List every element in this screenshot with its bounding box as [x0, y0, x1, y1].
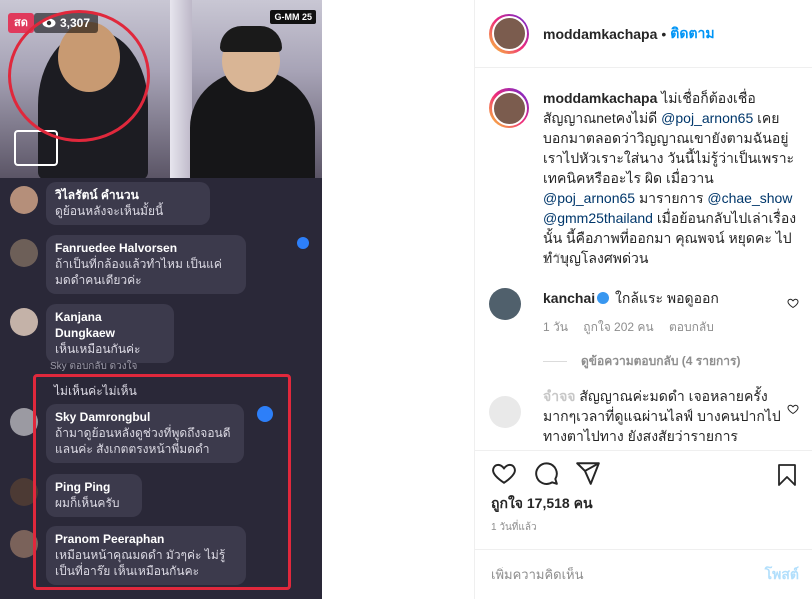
comment-text: สัญญาณค่ะมดดำ เจอหลายครั้งมากๆเวลาที่ดูแ… [543, 388, 781, 444]
comment: จำจจ สัญญาณค่ะมดดำ เจอหลายครั้งมากๆเวลาท… [489, 386, 809, 446]
live-comment: Fanruedee Halvorsen ถ้าเป็นที่กล้องแล้วท… [10, 235, 246, 294]
comment-bubble: Fanruedee Halvorsen ถ้าเป็นที่กล้องแล้วท… [46, 235, 246, 294]
avatar-image [491, 90, 527, 126]
mention-link[interactable]: @chae_show [707, 190, 792, 206]
comment-meta: 1 วัน ถูกใจ 202 คน ตอบกลับ [543, 317, 783, 337]
comment-body: kanchai ใกล้แระ พอดูออก 1 วัน ถูกใจ 202 … [543, 288, 783, 337]
bookmark-icon[interactable] [775, 462, 799, 488]
post-actions: ถูกใจ 17,518 คน 1 วันที่แล้ว [475, 450, 812, 533]
post-date: 1 วันที่แล้ว [491, 522, 537, 533]
commenter-name: วิไลรัตน์ คำนวน [55, 188, 139, 202]
view-replies-button[interactable]: ดูข้อความตอบกลับ (4 รายการ) [543, 352, 740, 371]
channel-logo: G-MM 25 [270, 10, 316, 24]
highlight-circle [8, 10, 150, 142]
avatar-image [491, 16, 527, 51]
studio-pillar [170, 0, 192, 178]
comment-bubble: วิไลรัตน์ คำนวน ดูย้อนหลังจะเห็นมั้ยนี้ [46, 182, 210, 225]
reply-button[interactable]: ตอบกลับ [669, 320, 714, 334]
live-video-frame: สด 3,307 G-MM 25 [0, 0, 322, 178]
caption-avatar[interactable] [489, 88, 529, 128]
post-panel: moddamkachapa • ติดตาม moddamkachapa ไม่… [474, 0, 812, 599]
commenter-name: Fanruedee Halvorsen [55, 241, 178, 255]
like-icon [297, 237, 309, 249]
comment-text: ใกล้แระ พอดูออก [611, 290, 719, 306]
avatar [10, 308, 38, 336]
add-comment-bar: โพสต์ [475, 549, 812, 599]
author-avatar[interactable] [489, 13, 529, 54]
view-replies-label: ดูข้อความตอบกลับ (4 รายการ) [581, 354, 741, 368]
divider [543, 361, 567, 362]
commenter-avatar[interactable] [489, 396, 521, 428]
caption-text: moddamkachapa ไม่เชื่อก็ต้องเชื่อ สัญญาณ… [543, 88, 805, 268]
avatar [10, 186, 38, 214]
commenter-avatar[interactable] [489, 288, 521, 320]
comment-time[interactable]: 1 วัน [543, 320, 568, 334]
comment-body: จำจจ สัญญาณค่ะมดดำ เจอหลายครั้งมากๆเวลาท… [543, 386, 783, 446]
caption-username[interactable]: moddamkachapa [543, 90, 657, 106]
action-bar [475, 451, 812, 495]
mention-link[interactable]: @poj_arnon65 [543, 190, 635, 206]
caption: moddamkachapa ไม่เชื่อก็ต้องเชื่อ สัญญาณ… [489, 88, 809, 268]
separator-dot: • [661, 25, 667, 42]
comment: kanchai ใกล้แระ พอดูออก 1 วัน ถูกใจ 202 … [489, 288, 809, 337]
post-comment-button[interactable]: โพสต์ [765, 564, 799, 586]
heart-icon[interactable] [491, 460, 517, 486]
heart-icon[interactable] [787, 297, 799, 309]
comment-text: ถ้าเป็นที่กล้องแล้วทำไหม เป็นแค่มดดำคนเด… [55, 257, 222, 287]
commenter-username[interactable]: จำจจ [543, 388, 575, 404]
verified-icon [597, 292, 610, 304]
author-username[interactable]: moddamkachapa [543, 26, 657, 42]
like-count[interactable]: ถูกใจ 17,518 คน [491, 493, 593, 515]
comment-icon[interactable] [533, 460, 559, 486]
mention-link[interactable]: @poj_arnon65 [661, 110, 753, 126]
highlight-box [33, 374, 291, 590]
caption-body: ไม่เชื่อก็ต้องเชื่อ สัญญาณnetคงไม่ดี @po… [543, 90, 796, 266]
post-media[interactable]: สด 3,307 G-MM 25 วิไลรัตน์ คำนวน ดูย้อนห… [0, 0, 322, 599]
follow-button[interactable]: ติดตาม [670, 23, 714, 45]
caption-time[interactable]: 1 วัน [543, 250, 568, 269]
post-header: moddamkachapa • ติดตาม [475, 0, 812, 68]
comment-bubble: Kanjana Dungkaew เห็นเหมือนกันค่ะ [46, 304, 174, 363]
heart-icon[interactable] [787, 403, 799, 415]
reply-note: Sky ตอบกลับ ดวงใจ [50, 361, 138, 372]
live-comment: Kanjana Dungkaew เห็นเหมือนกันค่ะ [10, 304, 174, 363]
commenter-name: Kanjana Dungkaew [55, 310, 116, 340]
avatar [10, 239, 38, 267]
live-comment: วิไลรัตน์ คำนวน ดูย้อนหลังจะเห็นมั้ยนี้ [10, 182, 210, 225]
caption-segment: มารายการ [635, 190, 708, 206]
share-icon[interactable] [575, 460, 601, 486]
commenter-username[interactable]: kanchai [543, 290, 595, 306]
comment-text: ดูย้อนหลังจะเห็นมั้ยนี้ [55, 204, 164, 218]
comment-text: เห็นเหมือนกันค่ะ [55, 342, 141, 356]
host-right-hair [220, 26, 282, 52]
comment-input[interactable] [491, 567, 765, 582]
comment-likes[interactable]: ถูกใจ 202 คน [583, 320, 653, 334]
mention-link[interactable]: @gmm25thailand [543, 210, 653, 226]
